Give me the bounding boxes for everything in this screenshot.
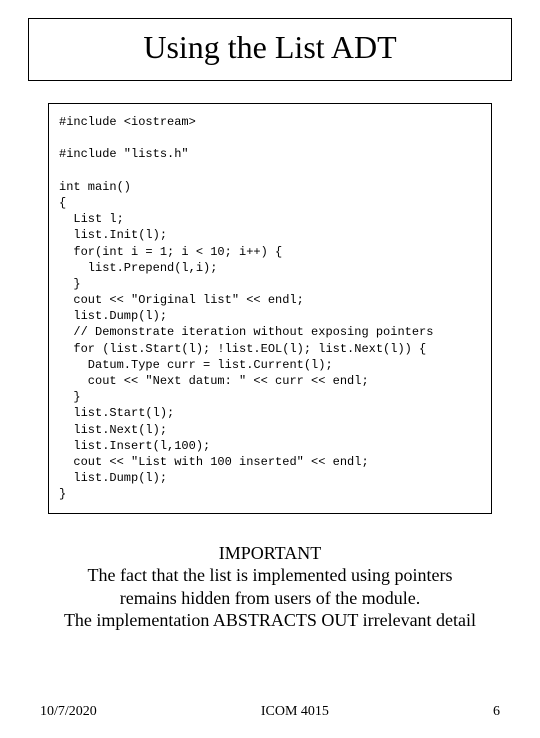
- footer-page: 6: [493, 704, 500, 720]
- slide-title: Using the List ADT: [143, 29, 396, 65]
- note-line-3: The implementation ABSTRACTS OUT irrelev…: [12, 609, 528, 632]
- code-content: #include <iostream> #include "lists.h" i…: [59, 115, 433, 501]
- note-heading: IMPORTANT: [12, 542, 528, 565]
- footer-course: ICOM 4015: [261, 704, 329, 720]
- code-box: #include <iostream> #include "lists.h" i…: [48, 103, 492, 514]
- note-line-2: remains hidden from users of the module.: [12, 587, 528, 610]
- footer-date: 10/7/2020: [40, 704, 97, 720]
- note-line-1: The fact that the list is implemented us…: [12, 564, 528, 587]
- footer: 10/7/2020 ICOM 4015 6: [0, 704, 540, 720]
- note-box: IMPORTANT The fact that the list is impl…: [12, 542, 528, 632]
- title-box: Using the List ADT: [28, 18, 512, 81]
